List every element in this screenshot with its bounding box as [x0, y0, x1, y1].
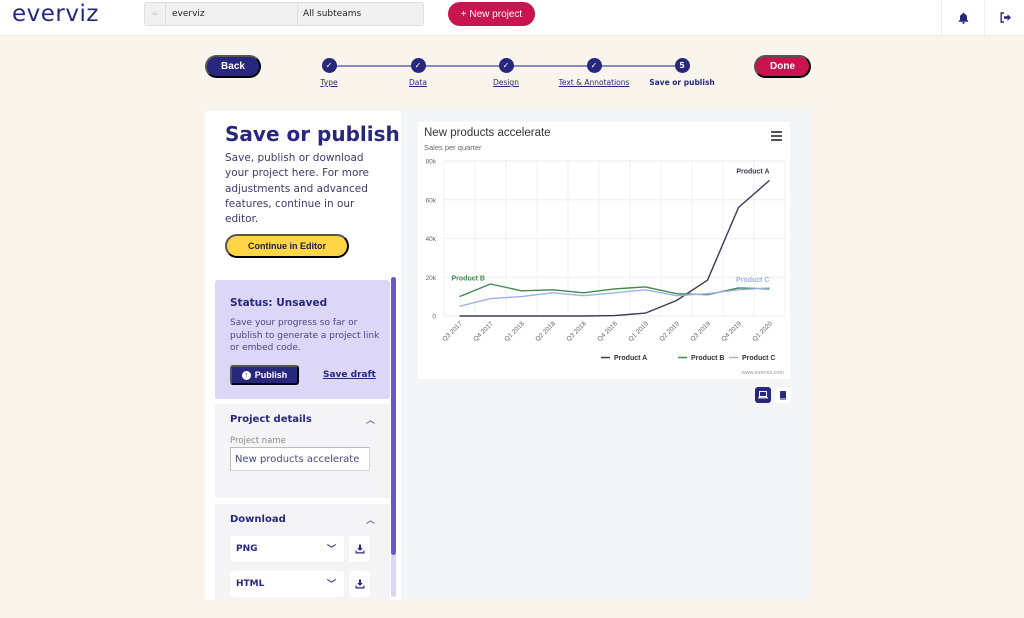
step-data[interactable]: ✓ Data	[368, 58, 468, 87]
series-data-label: Product A	[736, 168, 769, 175]
project-details-heading[interactable]: Project details	[230, 414, 312, 425]
status-card: Status: Unsaved Save your progress so fa…	[215, 280, 390, 399]
step-label[interactable]: Type	[279, 78, 379, 87]
continue-in-editor-button[interactable]: Continue in Editor	[225, 234, 349, 258]
legend-item[interactable]: Product B	[691, 355, 724, 362]
status-description: Save your progress so far or publish to …	[230, 318, 380, 353]
download-button[interactable]	[349, 536, 370, 562]
add-team-icon[interactable]: +	[145, 3, 166, 25]
chevron-down-icon: ﹀	[326, 545, 336, 555]
step-check-icon: ✓	[321, 58, 337, 73]
legend-item[interactable]: Product C	[742, 355, 775, 362]
step-text-annotations[interactable]: ✓ Text & Annotations	[544, 58, 644, 87]
step-label[interactable]: Data	[368, 78, 468, 87]
step-type[interactable]: ✓ Type	[279, 58, 379, 87]
format-select[interactable]: PNG ﹀	[230, 536, 344, 562]
y-tick-label: 20k	[426, 275, 437, 282]
logout-button[interactable]	[984, 0, 1024, 35]
notifications-button[interactable]	[941, 0, 984, 35]
project-name-input[interactable]	[230, 447, 370, 471]
chart-preview-area: 0 20k 40k 60k 80k Q3 2017 Q4 2017 Q1 2018 Q2 201…	[401, 111, 811, 600]
x-tick-label: Q2 2018	[534, 320, 557, 343]
x-tick-label: Q4 2018	[596, 320, 619, 343]
step-design[interactable]: ✓ Design	[456, 58, 556, 87]
team-name[interactable]: everviz	[166, 3, 298, 25]
scrollbar-thumb[interactable]	[391, 277, 396, 555]
step-label[interactable]: Design	[456, 78, 556, 87]
series-data-label: Product B	[452, 276, 485, 283]
x-tick-label: Q4 2017	[472, 320, 495, 343]
format-value: PNG	[236, 544, 258, 554]
left-column: Save or publish Save, publish or downloa…	[205, 111, 401, 600]
y-tick-label: 0	[432, 314, 436, 321]
x-tick-label: Q1 2020	[751, 320, 774, 343]
desktop-view-button[interactable]	[755, 387, 771, 403]
new-project-button[interactable]: + New project	[448, 2, 535, 26]
phone-icon	[780, 390, 786, 400]
step-number: 5	[674, 58, 690, 73]
x-tick-label: Q4 2019	[720, 320, 743, 343]
step-check-icon: ✓	[586, 58, 602, 73]
download-heading[interactable]: Download	[230, 514, 286, 525]
chevron-up-icon[interactable]: ︿	[366, 413, 375, 426]
mobile-view-button[interactable]	[775, 387, 791, 403]
x-tick-label: Q3 2018	[565, 320, 588, 343]
x-tick-label: Q3 2017	[441, 320, 464, 343]
step-save-publish: 5 Save or publish	[632, 58, 732, 87]
y-tick-label: 40k	[426, 236, 437, 243]
download-row-png: PNG ﹀	[230, 536, 370, 562]
download-section: Download ︿ PNG ﹀ HTML ﹀	[215, 504, 390, 600]
step-check-icon: ✓	[498, 58, 514, 73]
chart-card: 0 20k 40k 60k 80k Q3 2017 Q4 2017 Q1 2018 Q2 201…	[418, 122, 790, 379]
chart-subtitle: Sales per quarter	[424, 143, 482, 152]
logo[interactable]: everviz	[12, 1, 99, 27]
x-tick-label: Q2 2019	[658, 320, 681, 343]
line-chart: 0 20k 40k 60k 80k Q3 2017 Q4 2017 Q1 2018 Q2 201…	[426, 159, 786, 362]
chevron-up-icon[interactable]: ︿	[366, 513, 375, 526]
publish-label: Publish	[254, 370, 288, 380]
y-tick-label: 80k	[426, 159, 437, 166]
legend-item[interactable]: Product A	[614, 355, 647, 362]
done-button[interactable]: Done	[754, 55, 811, 78]
main-panel: Save or publish Save, publish or downloa…	[205, 111, 811, 600]
x-tick-label: Q1 2018	[503, 320, 526, 343]
logout-icon	[1000, 12, 1011, 23]
project-name-label: Project name	[230, 436, 286, 446]
chart-credit[interactable]: www.everviz.com	[742, 370, 784, 376]
chevron-down-icon: ﹀	[326, 580, 336, 590]
top-bar: everviz + everviz All subteams + New pro…	[0, 0, 1024, 36]
download-button[interactable]	[349, 571, 370, 597]
save-draft-link[interactable]: Save draft	[323, 370, 376, 380]
chart-title: New products accelerate	[424, 127, 551, 139]
x-tick-label: Q1 2019	[627, 320, 650, 343]
chart-menu-icon[interactable]	[771, 131, 782, 143]
series-data-label: Product C	[736, 277, 769, 284]
upload-arrow-icon: ↑	[241, 370, 251, 380]
step-label[interactable]: Text & Annotations	[544, 78, 644, 87]
format-select[interactable]: HTML ﹀	[230, 571, 344, 597]
format-value: HTML	[236, 579, 265, 589]
step-check-icon: ✓	[410, 58, 426, 73]
project-details-section: Project details ︿ Project name	[215, 404, 390, 498]
publish-button[interactable]: ↑ Publish	[230, 365, 299, 385]
download-icon	[355, 579, 364, 589]
bell-icon	[958, 12, 968, 24]
back-button[interactable]: Back	[205, 55, 261, 78]
download-icon	[355, 544, 364, 554]
subteam-select[interactable]: All subteams	[298, 3, 423, 25]
download-row-html: HTML ﹀	[230, 571, 370, 597]
options-scroll-area: Status: Unsaved Save your progress so fa…	[215, 280, 401, 600]
page-description: Save, publish or download your project h…	[225, 152, 370, 226]
y-tick-label: 60k	[426, 197, 437, 204]
laptop-icon	[758, 391, 768, 399]
x-tick-label: Q3 2019	[689, 320, 712, 343]
team-selector[interactable]: + everviz All subteams	[144, 2, 424, 26]
status-title: Status: Unsaved	[230, 297, 328, 309]
step-label: Save or publish	[649, 78, 715, 87]
page-title: Save or publish	[225, 122, 400, 146]
